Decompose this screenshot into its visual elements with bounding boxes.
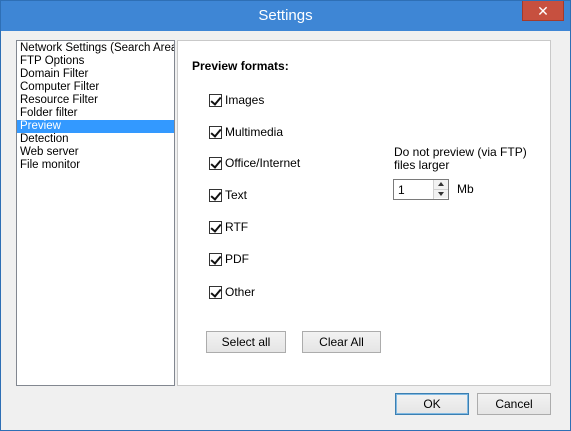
sidebar-item-folder-filter[interactable]: Folder filter — [17, 107, 174, 120]
format-images-row[interactable]: Images — [209, 93, 264, 107]
sidebar-item-network-settings[interactable]: Network Settings (Search Area — [17, 42, 174, 55]
window-title: Settings — [258, 7, 313, 24]
format-office-row[interactable]: Office/Internet — [209, 156, 300, 170]
sidebar-item-web-server[interactable]: Web server — [17, 146, 174, 159]
ok-button[interactable]: OK — [395, 393, 469, 415]
sidebar-item-domain-filter[interactable]: Domain Filter — [17, 68, 174, 81]
other-label: Other — [225, 285, 256, 299]
ftp-size-limit-stepper[interactable]: 1 — [393, 179, 449, 200]
select-all-button[interactable]: Select all — [206, 331, 286, 353]
format-text-row[interactable]: Text — [209, 188, 247, 202]
settings-category-list[interactable]: Network Settings (Search Area FTP Option… — [16, 40, 175, 386]
format-multimedia-row[interactable]: Multimedia — [209, 125, 283, 139]
pdf-checkbox[interactable] — [209, 252, 222, 266]
sidebar-item-preview[interactable]: Preview — [17, 120, 174, 133]
rtf-label: RTF — [225, 220, 249, 234]
text-checkbox[interactable] — [209, 188, 222, 202]
close-icon: ✕ — [537, 3, 549, 19]
text-label: Text — [225, 188, 248, 202]
pdf-label: PDF — [225, 252, 249, 266]
office-internet-checkbox[interactable] — [209, 156, 222, 170]
images-checkbox[interactable] — [209, 93, 222, 107]
format-rtf-row[interactable]: RTF — [209, 220, 248, 234]
multimedia-label: Multimedia — [225, 125, 284, 139]
preview-settings-panel: Preview formats: Images Multimedia Offic… — [177, 40, 551, 386]
format-pdf-row[interactable]: PDF — [209, 252, 249, 266]
rtf-checkbox[interactable] — [209, 220, 222, 234]
sidebar-item-detection[interactable]: Detection — [17, 133, 174, 146]
stepper-down-icon[interactable] — [434, 189, 448, 198]
ftp-size-unit-label: Mb — [457, 182, 474, 196]
multimedia-checkbox[interactable] — [209, 125, 222, 139]
panel-title: Preview formats: — [192, 59, 289, 73]
dialog-client-area: Network Settings (Search Area FTP Option… — [8, 31, 563, 425]
images-label: Images — [225, 93, 265, 107]
settings-window: Settings ✕ Network Settings (Search Area… — [0, 0, 571, 431]
sidebar-item-ftp-options[interactable]: FTP Options — [17, 55, 174, 68]
other-checkbox[interactable] — [209, 285, 222, 299]
clear-all-button[interactable]: Clear All — [302, 331, 381, 353]
sidebar-item-file-monitor[interactable]: File monitor — [17, 159, 174, 172]
stepper-buttons — [433, 180, 448, 199]
office-internet-label: Office/Internet — [225, 156, 301, 170]
stepper-up-icon[interactable] — [434, 180, 448, 189]
sidebar-item-resource-filter[interactable]: Resource Filter — [17, 94, 174, 107]
ftp-size-limit-value[interactable]: 1 — [398, 183, 405, 197]
cancel-button[interactable]: Cancel — [477, 393, 551, 415]
close-button[interactable]: ✕ — [522, 1, 564, 21]
sidebar-item-computer-filter[interactable]: Computer Filter — [17, 81, 174, 94]
title-bar[interactable]: Settings ✕ — [1, 1, 570, 31]
ftp-size-limit-label: Do not preview (via FTP) files larger — [394, 145, 527, 172]
format-other-row[interactable]: Other — [209, 285, 255, 299]
